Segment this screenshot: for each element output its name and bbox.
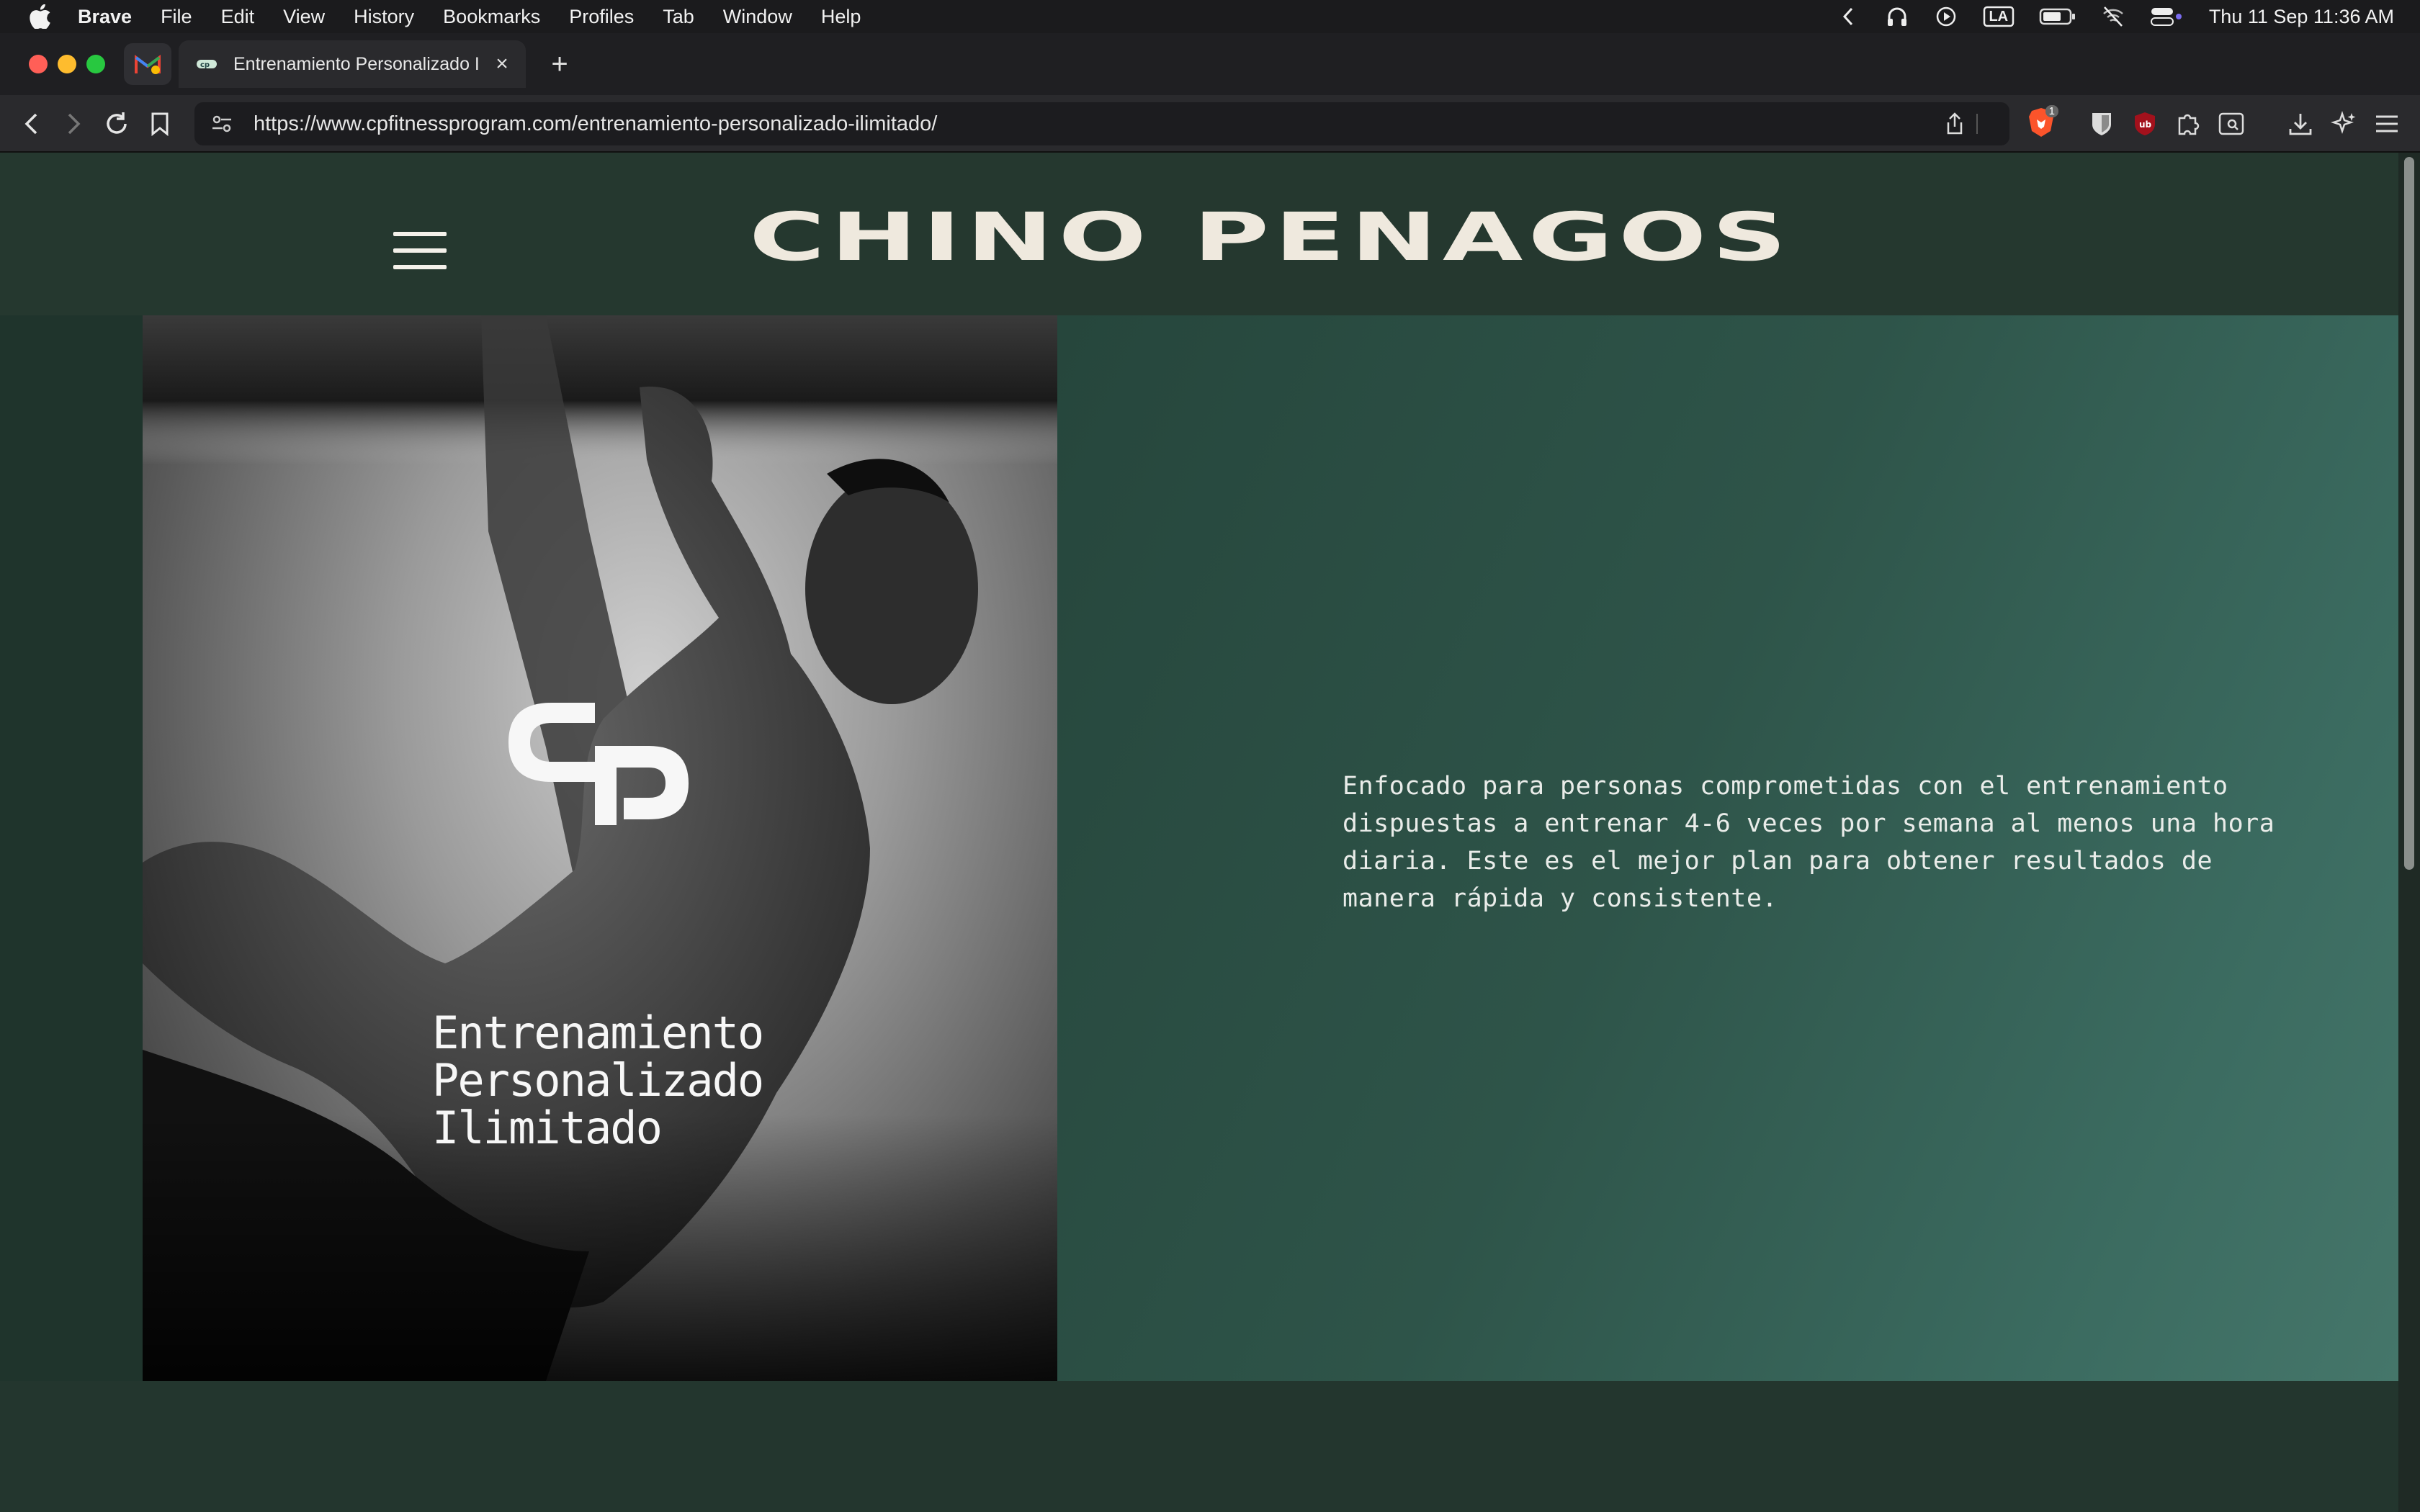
athlete-rope-climb-photo [143, 315, 1057, 1381]
battery-icon[interactable] [2039, 4, 2076, 29]
gmail-icon [135, 55, 161, 74]
input-source-icon[interactable]: LA [1983, 4, 2015, 29]
cp-favicon-icon: cp [197, 60, 217, 69]
back-button[interactable] [16, 108, 48, 140]
control-center-icon[interactable] [2150, 4, 2184, 29]
hero-image: Entrenamiento Personalizado Ilimitado [143, 315, 1057, 1381]
hero-title-line-1: Entrenamiento [432, 1007, 764, 1059]
status-area: LA Thu 11 Sep 11:36 AM [1836, 0, 2394, 33]
browser-chrome: cp Entrenamiento Personalizado Ilimitado… [0, 33, 2420, 153]
forward-button[interactable] [58, 108, 89, 140]
window-minimize-button[interactable] [58, 55, 76, 73]
input-source-label: LA [1989, 8, 2009, 24]
hero-title-line-2: Personalizado [432, 1054, 764, 1107]
site-logo[interactable]: CHINO PENAGOS [749, 204, 1979, 270]
program-description: Enfocado para personas comprometidas con… [1343, 772, 2275, 913]
close-tab-icon[interactable]: × [491, 52, 513, 76]
chevron-left-icon[interactable] [1836, 4, 1860, 29]
reader-mode-icon[interactable] [2215, 108, 2247, 140]
page-scrollbar[interactable] [2398, 153, 2420, 1512]
shield-count-badge: 1 [2045, 105, 2058, 117]
site-settings-icon[interactable] [207, 109, 236, 138]
pinned-tab-gmail[interactable] [124, 43, 171, 85]
main-menu-icon[interactable] [2371, 108, 2403, 140]
window-close-button[interactable] [29, 55, 48, 73]
menu-view[interactable]: View [283, 6, 325, 28]
reload-button[interactable] [101, 108, 133, 140]
brave-shields-button[interactable]: 1 [2024, 105, 2058, 140]
bookmark-button[interactable] [144, 108, 176, 140]
menu-file[interactable]: File [161, 6, 192, 28]
downloads-icon[interactable] [2285, 108, 2316, 140]
cp-logo-icon [508, 703, 689, 825]
apple-icon[interactable] [27, 4, 53, 30]
scrollbar-thumb[interactable] [2404, 157, 2414, 870]
menu-profiles[interactable]: Profiles [569, 6, 634, 28]
menu-clock[interactable]: Thu 11 Sep 11:36 AM [2209, 6, 2394, 28]
menu-tab[interactable]: Tab [663, 6, 694, 28]
headphones-icon[interactable] [1885, 4, 1909, 29]
new-tab-button[interactable]: + [544, 48, 575, 80]
tab-strip: cp Entrenamiento Personalizado Ilimitado… [0, 33, 2420, 95]
ublock-extension-icon[interactable]: ub [2129, 108, 2161, 140]
play-circle-icon[interactable] [1934, 4, 1958, 29]
hamburger-menu-icon[interactable] [393, 232, 447, 269]
url-input[interactable] [254, 112, 1838, 136]
left-decorative-band [0, 315, 143, 1381]
extensions-puzzle-icon[interactable] [2172, 108, 2204, 140]
browser-toolbar: 1 ub [0, 95, 2420, 153]
address-bar-separator [1976, 114, 1978, 134]
wifi-off-icon[interactable] [2101, 4, 2125, 29]
macos-menu-bar: Brave File Edit View History Bookmarks P… [0, 0, 2420, 33]
share-icon[interactable] [1940, 109, 1969, 138]
web-page: CHINO PENAGOS Entrenamiento Personalizad… [0, 153, 2398, 1512]
description-panel: Enfocado para personas comprometidas con… [1057, 315, 2398, 1381]
active-tab[interactable]: cp Entrenamiento Personalizado Ilimitado… [179, 40, 526, 88]
page-lower-band [0, 1381, 2398, 1512]
address-bar[interactable] [194, 102, 2009, 145]
bitwarden-extension-icon[interactable] [2086, 108, 2118, 140]
menu-help[interactable]: Help [821, 6, 861, 28]
menu-app-name[interactable]: Brave [78, 6, 132, 28]
menu-bookmarks[interactable]: Bookmarks [443, 6, 540, 28]
site-header: CHINO PENAGOS [0, 153, 2398, 315]
svg-text:ub: ub [2139, 120, 2152, 130]
menu-edit[interactable]: Edit [221, 6, 255, 28]
hero-title: Entrenamiento Personalizado Ilimitado [432, 1009, 879, 1152]
window-maximize-button[interactable] [86, 55, 105, 73]
hero-title-line-3: Ilimitado [432, 1102, 663, 1154]
svg-text:cp: cp [200, 61, 210, 69]
tab-title: Entrenamiento Personalizado Ilimitado [233, 53, 478, 74]
leo-ai-icon[interactable] [2328, 108, 2360, 140]
menu-history[interactable]: History [354, 6, 414, 28]
menu-window[interactable]: Window [723, 6, 792, 28]
